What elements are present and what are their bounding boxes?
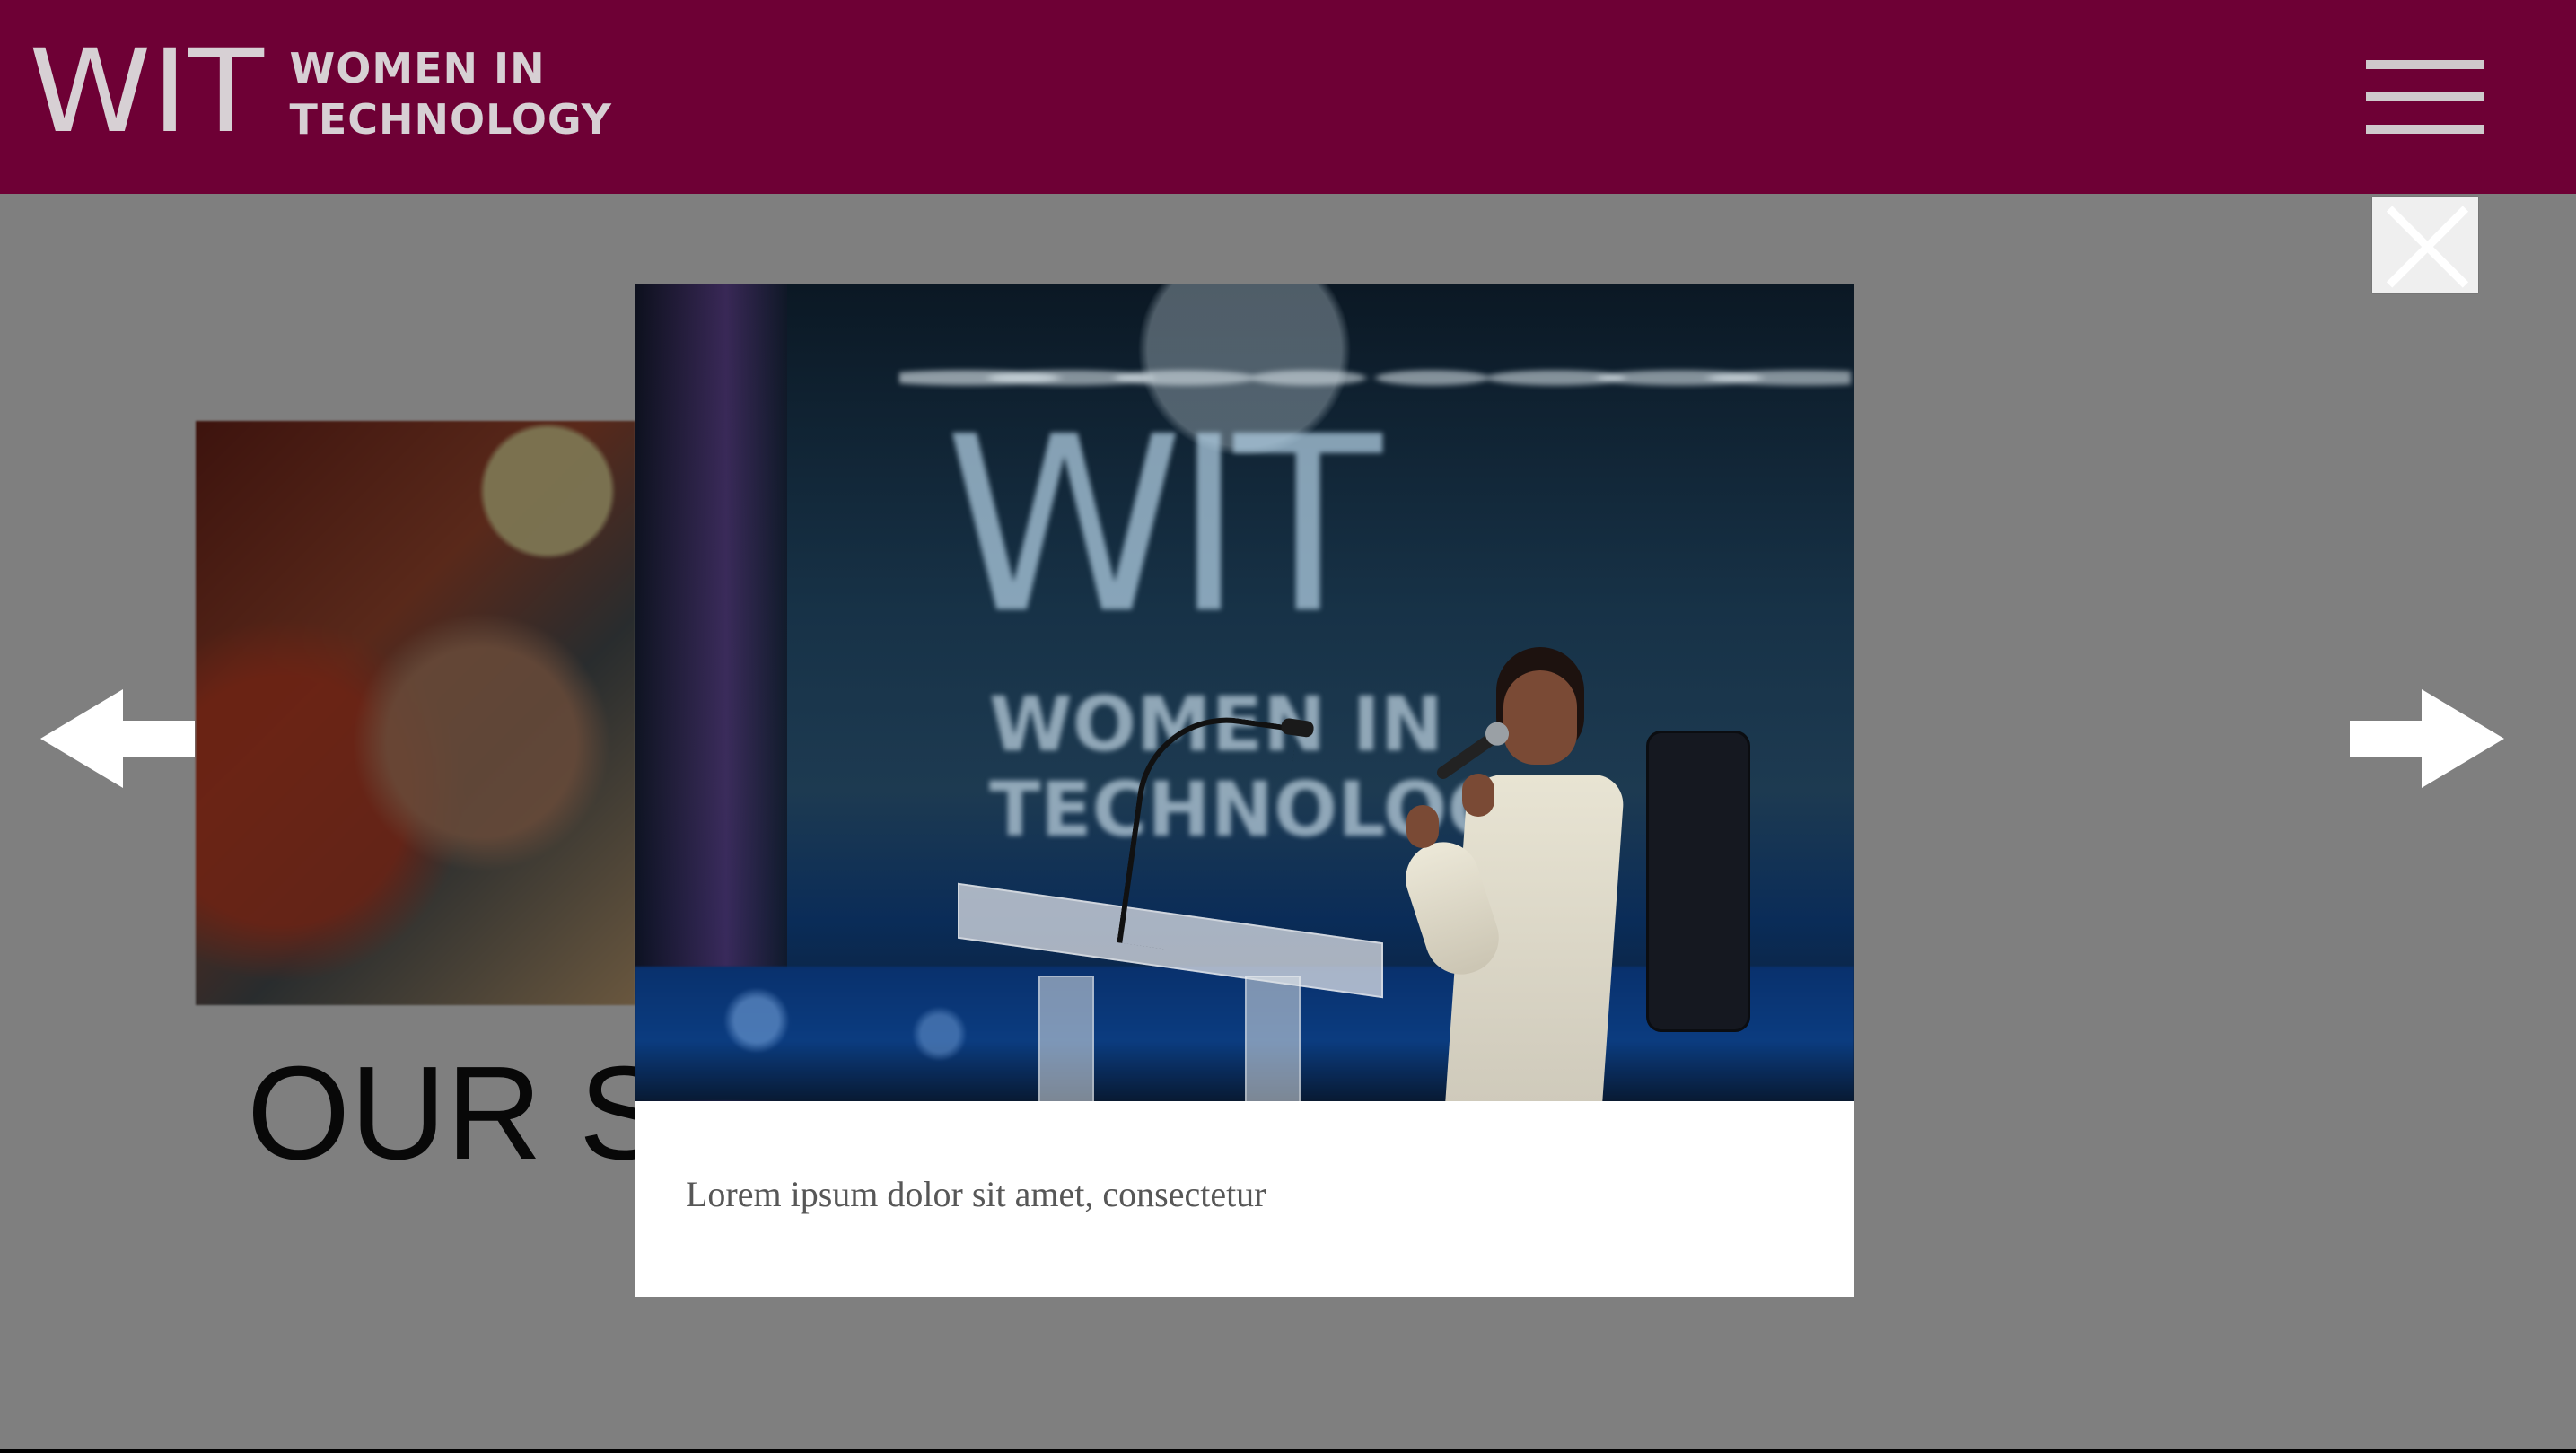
page: WIT WOMEN IN TECHNOLOGY OUR S WIT WOMEN … (0, 0, 2576, 1449)
speaker-photo: WIT WOMEN IN TECHNOLOGY (635, 284, 1854, 1101)
logo-text-line-2: TECHNOLOGY (289, 95, 612, 144)
podium-left-leg (1038, 976, 1094, 1101)
logo-text-line-1: WOMEN IN (289, 44, 546, 92)
menu-line-top (2366, 60, 2484, 69)
menu-line-middle (2366, 92, 2484, 101)
handheld-microphone (1434, 730, 1501, 782)
speaker (1396, 670, 1631, 1101)
bottom-edge-shadow (0, 1449, 2576, 1453)
close-icon[interactable] (2371, 196, 2479, 294)
image-caption: Lorem ipsum dolor sit amet, consectetur (686, 1174, 1266, 1214)
logo-mark: WIT (29, 25, 264, 159)
speaker-hand-right (1462, 774, 1494, 817)
arrow-left-shape (40, 689, 195, 788)
logo-text: WOMEN IN TECHNOLOGY (290, 43, 613, 145)
photo-screen-title: WIT (944, 384, 1382, 667)
menu-line-bottom (2366, 125, 2484, 134)
speaker-head (1503, 670, 1577, 765)
wit-logo[interactable]: WIT WOMEN IN TECHNOLOGY (29, 25, 613, 159)
podium-right-leg (1245, 976, 1301, 1101)
arrow-right-shape (2350, 689, 2504, 788)
site-header: WIT WOMEN IN TECHNOLOGY (0, 0, 2576, 194)
stage-monitor (1649, 733, 1748, 1029)
arrow-left-icon[interactable] (40, 689, 195, 788)
hamburger-icon[interactable] (2366, 58, 2484, 137)
image-lightbox: WIT WOMEN IN TECHNOLOGY Lorem ipsum dolo… (635, 284, 1854, 1297)
arrow-right-icon[interactable] (2350, 689, 2504, 788)
speaker-hand-left (1406, 805, 1439, 848)
